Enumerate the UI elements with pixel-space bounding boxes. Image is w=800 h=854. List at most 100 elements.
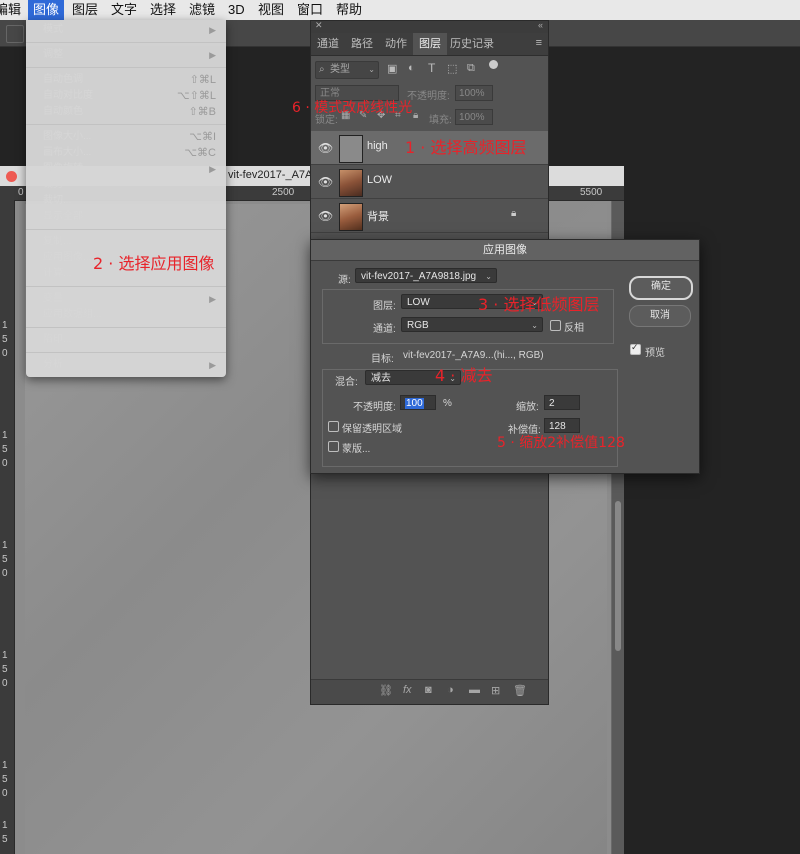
cancel-button[interactable]: 取消: [629, 305, 691, 327]
annotation-step-1: 1 · 选择高频图层: [405, 138, 527, 157]
menu-item-reveal-all[interactable]: 显示全部: [26, 209, 226, 225]
menu-item-auto-contrast[interactable]: 自动对比度 ⌥⇧⌘L: [26, 88, 226, 104]
chevron-down-icon: ⌄: [531, 321, 538, 330]
submenu-arrow-icon: ▶: [209, 25, 216, 35]
scale-input[interactable]: 2: [544, 395, 580, 410]
preview-label: 预览: [645, 348, 665, 359]
tab-actions[interactable]: 动作: [379, 33, 413, 55]
mask-checkbox[interactable]: [328, 441, 339, 452]
chevron-down-icon: ⌄: [368, 65, 375, 74]
invert-label: 反相: [564, 323, 584, 334]
layer-opacity-input[interactable]: 100%: [455, 85, 493, 101]
layer-fill-input[interactable]: 100%: [455, 109, 493, 125]
blending-label: 混合:: [335, 377, 358, 388]
ruler-label: 5: [2, 554, 8, 565]
shape-filter-icon[interactable]: ⬚: [447, 62, 457, 75]
panel-tab-bar: 通道 路径 动作 图层 历史记录 ≡: [311, 33, 548, 56]
panel-header[interactable]: ✕ «: [311, 20, 548, 33]
menu-help[interactable]: 帮助: [331, 0, 367, 20]
menu-item-mode[interactable]: 模式 ▶: [26, 22, 226, 38]
menu-item-image-size[interactable]: 图像大小... ⌥⌘I: [26, 129, 226, 145]
filter-kind-select[interactable]: ⌕ 类型 ⌄: [315, 61, 379, 79]
pixel-filter-icon[interactable]: ▣: [387, 62, 397, 75]
menu-item-apply-data-set[interactable]: 应用数据组...: [26, 307, 226, 323]
annotation-step-2: 2 · 选择应用图像: [93, 254, 215, 273]
channel-label: 通道:: [373, 324, 396, 335]
source-label: 源:: [338, 275, 351, 286]
preserve-transparency-checkbox[interactable]: [328, 421, 339, 432]
collapse-panel-icon[interactable]: «: [538, 20, 543, 30]
panel-menu-icon[interactable]: ≡: [536, 37, 542, 49]
layer-row-background[interactable]: 👁︎ 背景 🔒︎: [311, 199, 548, 233]
menu-item-auto-color[interactable]: 自动颜色 ⇧⌘B: [26, 104, 226, 120]
link-layers-icon[interactable]: ⛓︎: [379, 684, 393, 697]
menu-item-variables[interactable]: 变量 ▶: [26, 291, 226, 307]
lock-all-icon[interactable]: 🔒︎: [413, 110, 418, 121]
add-mask-icon[interactable]: ◙: [425, 684, 432, 696]
lock-icon: 🔒︎: [511, 208, 517, 219]
channel-select[interactable]: RGB ⌄: [401, 317, 543, 332]
menu-item-auto-tone[interactable]: 自动色调 ⇧⌘L: [26, 72, 226, 88]
tool-preset-icon[interactable]: [6, 25, 24, 43]
preview-checkbox[interactable]: [630, 342, 641, 355]
offset-input[interactable]: 128: [544, 418, 580, 433]
filter-toggle-icon[interactable]: [489, 60, 498, 69]
layer-label: 图层:: [373, 301, 396, 312]
ruler-label: 1: [2, 650, 8, 661]
visibility-eye-icon[interactable]: 👁︎: [318, 175, 333, 189]
menu-3d[interactable]: 3D: [223, 0, 250, 20]
fx-icon[interactable]: fx: [403, 684, 412, 696]
menu-item-image-rotation[interactable]: 图像旋转 ▶: [26, 161, 226, 177]
target-value: vit-fev2017-_A7A9...(hi..., RGB): [403, 350, 544, 361]
new-group-icon[interactable]: ▬: [469, 684, 480, 696]
menu-view[interactable]: 视图: [253, 0, 289, 20]
layers-footer: ⛓︎ fx ◙ ◑ ▬ ⊞ 🗑︎: [311, 679, 548, 704]
ruler-label: 1: [2, 540, 8, 551]
menu-item-trap[interactable]: 陷印...: [26, 332, 226, 348]
adjustment-filter-icon[interactable]: ◐: [408, 62, 415, 74]
ok-button[interactable]: 确定: [629, 276, 693, 300]
type-filter-icon[interactable]: T: [428, 61, 435, 75]
menu-filter[interactable]: 滤镜: [184, 0, 220, 20]
ruler-label: 0: [2, 348, 8, 359]
menu-separator: [26, 327, 226, 328]
menu-item-analysis[interactable]: 分析 ▶: [26, 357, 226, 373]
menu-item-adjust[interactable]: 调整 ▶: [26, 47, 226, 63]
target-label: 目标:: [371, 354, 394, 365]
menu-type[interactable]: 文字: [106, 0, 142, 20]
opacity-input[interactable]: 100: [400, 395, 436, 410]
source-select[interactable]: vit-fev2017-_A7A9818.jpg ⌄: [355, 268, 497, 283]
ruler-label: 1: [2, 430, 8, 441]
menu-select[interactable]: 选择: [145, 0, 181, 20]
tab-layers[interactable]: 图层: [413, 33, 447, 55]
submenu-arrow-icon: ▶: [209, 50, 216, 60]
tab-history[interactable]: 历史记录: [447, 33, 497, 55]
submenu-arrow-icon: ▶: [209, 164, 216, 174]
tab-paths[interactable]: 路径: [345, 33, 379, 55]
layer-row-low[interactable]: 👁︎ LOW: [311, 165, 548, 199]
annotation-step-4: 4 · 减去: [435, 366, 493, 385]
preserve-transparency-label: 保留透明区域: [342, 424, 402, 435]
menu-item-trim[interactable]: 裁切...: [26, 193, 226, 209]
menu-separator: [26, 67, 226, 68]
smart-object-filter-icon[interactable]: ⧉: [467, 62, 475, 75]
menu-image[interactable]: 图像: [28, 0, 65, 20]
close-window-icon[interactable]: [6, 171, 17, 182]
trash-icon[interactable]: 🗑︎: [513, 684, 527, 697]
close-panel-icon[interactable]: ✕: [315, 20, 323, 31]
menu-item-crop[interactable]: 裁剪: [26, 177, 226, 193]
tab-channels[interactable]: 通道: [311, 33, 345, 55]
annotation-step-3: 3 · 选择低频图层: [478, 295, 600, 314]
menu-window[interactable]: 窗口: [292, 0, 328, 20]
visibility-eye-icon[interactable]: 👁︎: [318, 141, 333, 155]
opacity-label: 不透明度:: [353, 402, 396, 413]
adjustment-layer-icon[interactable]: ◑: [447, 684, 454, 696]
scrollbar-thumb[interactable]: [615, 501, 621, 651]
visibility-eye-icon[interactable]: 👁︎: [318, 209, 333, 223]
menu-layer[interactable]: 图层: [67, 0, 103, 20]
menu-item-canvas-size[interactable]: 画布大小... ⌥⌘C: [26, 145, 226, 161]
invert-checkbox[interactable]: [550, 320, 561, 331]
menu-edit[interactable]: 编辑: [0, 0, 26, 20]
menu-item-duplicate[interactable]: 复制...: [26, 234, 226, 250]
new-layer-icon[interactable]: ⊞: [491, 684, 500, 697]
